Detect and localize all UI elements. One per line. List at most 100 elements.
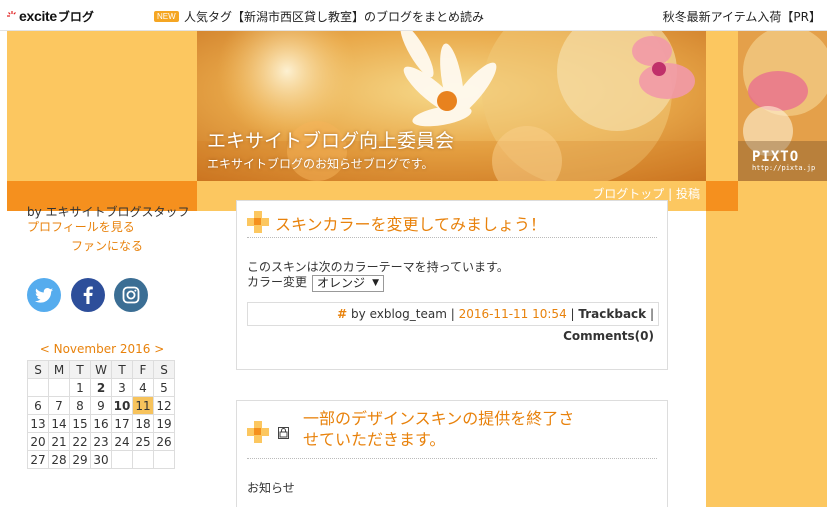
calendar-day: 18	[132, 414, 154, 433]
pixta-logo: PIXTO	[752, 149, 800, 165]
post-title-line2: せていただきます。	[303, 432, 446, 449]
calendar-day: 15	[69, 414, 91, 433]
excite-blog-logo[interactable]: excite ブログ	[6, 7, 94, 25]
calendar-weekday: T	[111, 360, 133, 379]
color-theme-selected: オレンジ	[317, 276, 366, 290]
calendar-day: 30	[90, 450, 112, 469]
calendar-weekday: S	[153, 360, 175, 379]
calendar-week: 13 14 15 16 17 18 19	[27, 414, 175, 433]
meta-separator: |	[646, 307, 654, 321]
post-link[interactable]: 投稿	[676, 187, 700, 201]
calendar-day: 4	[132, 378, 154, 397]
calendar-week: 1 2 3 4 5	[27, 378, 175, 397]
excite-topbar: excite ブログ NEW 人気タグ【新潟市西区貸し教室】のブログをまとめ読み…	[0, 0, 827, 31]
calendar-day: 12	[153, 396, 175, 415]
calendar-day: 1	[69, 378, 91, 397]
calendar-day: 27	[27, 450, 49, 469]
calendar-day: 7	[48, 396, 70, 415]
post-title[interactable]: スキンカラーを変更してみましょう！	[275, 211, 546, 235]
calendar-day	[27, 378, 49, 397]
calendar-day	[132, 450, 154, 469]
calendar-day: 8	[69, 396, 91, 415]
calendar-day: 20	[27, 432, 49, 451]
calendar-day: 5	[153, 378, 175, 397]
comments-link[interactable]: Comments(0)	[563, 329, 654, 343]
view-profile-link[interactable]: プロフィールを見る	[27, 218, 135, 235]
pixta-watermark: PIXTO http://pixta.jp	[752, 149, 815, 172]
calendar-day: 26	[153, 432, 175, 451]
twitter-icon[interactable]	[27, 278, 61, 312]
calendar-day: 29	[69, 450, 91, 469]
header-right-panel	[706, 31, 738, 181]
calendar-weekday: W	[90, 360, 112, 379]
title-divider	[247, 237, 657, 238]
meta-separator: |	[446, 307, 459, 321]
calendar-day: 21	[48, 432, 70, 451]
post-date: 2016-11-11 10:54	[458, 307, 567, 321]
blog-post: 一部のデザインスキンの提供を終了さ せていただきます。 お知らせ	[236, 400, 668, 507]
post-title-line1: 一部のデザインスキンの提供を終了さ	[303, 411, 575, 428]
calendar-day-with-post[interactable]: 2	[90, 378, 112, 397]
calendar-week: 27 28 29 30	[27, 450, 175, 469]
pr-link[interactable]: 秋冬最新アイテム入荷【PR】	[663, 8, 821, 25]
calendar-day: 6	[27, 396, 49, 415]
post-author: by exblog_team	[347, 307, 447, 321]
calendar-day	[48, 378, 70, 397]
calendar-weekday: S	[27, 360, 49, 379]
calendar-weekday: F	[132, 360, 154, 379]
nav-separator: |	[664, 187, 676, 201]
post-title-bullet-icon	[247, 421, 269, 443]
calendar-weekday: M	[48, 360, 70, 379]
calendar-day-with-post[interactable]: 10	[111, 396, 133, 415]
permalink-hash[interactable]: #	[337, 307, 347, 321]
new-badge: NEW	[154, 11, 179, 22]
post-title-bullet-icon	[247, 211, 269, 233]
calendar-weekday: T	[69, 360, 91, 379]
calendar-day: 9	[90, 396, 112, 415]
meta-separator: |	[566, 307, 579, 321]
calendar-header: < November 2016 >	[27, 342, 177, 356]
calendar-day: 16	[90, 414, 112, 433]
calendar-day: 13	[27, 414, 49, 433]
calendar-day	[153, 450, 175, 469]
calendar-prev-month[interactable]: <	[40, 342, 50, 356]
calendar-next-month[interactable]: >	[154, 342, 164, 356]
far-right-panel	[738, 211, 827, 507]
post-body-text: お知らせ	[247, 481, 295, 495]
calendar-day: 3	[111, 378, 133, 397]
title-divider	[247, 458, 657, 459]
dropdown-arrow-icon: ▼	[372, 278, 379, 288]
instagram-icon[interactable]	[114, 278, 148, 312]
become-fan-link[interactable]: ファンになる	[71, 237, 143, 254]
calendar-month-label: November 2016	[53, 342, 151, 356]
calendar-week: 20 21 22 23 24 25 26	[27, 432, 175, 451]
blog-title[interactable]: エキサイトブログ向上委員会	[207, 126, 454, 153]
post-title[interactable]: 一部のデザインスキンの提供を終了さ せていただきます。	[303, 409, 574, 451]
popular-tag-link[interactable]: 人気タグ【新潟市西区貸し教室】のブログをまとめ読み	[184, 8, 484, 25]
pixta-url: http://pixta.jp	[752, 164, 816, 172]
color-theme-select[interactable]: オレンジ ▼	[312, 275, 384, 292]
calendar-day: 22	[69, 432, 91, 451]
blog-post: スキンカラーを変更してみましょう！ このスキンは次のカラーテーマを持っています。…	[236, 200, 668, 370]
calendar-day-today[interactable]: 11	[132, 396, 154, 415]
calendar-day: 23	[90, 432, 112, 451]
blog-top-link[interactable]: ブログトップ	[592, 187, 664, 201]
excite-burst-icon	[6, 10, 18, 22]
calendar-day: 25	[132, 432, 154, 451]
nav-band-right	[738, 181, 827, 211]
calendar-weekday-row: S M T W T F S	[27, 360, 175, 379]
lock-icon	[278, 427, 289, 439]
header-left-panel	[7, 31, 197, 181]
facebook-icon[interactable]	[71, 278, 105, 312]
calendar-day: 24	[111, 432, 133, 451]
calendar-week: 6 7 8 9 10 11 12	[27, 396, 175, 415]
post-meta: # by exblog_team | 2016-11-11 10:54 | Tr…	[247, 302, 659, 343]
calendar-day: 19	[153, 414, 175, 433]
excite-logo-suffix: ブログ	[57, 9, 94, 24]
right-gutter	[706, 211, 738, 507]
trackback-link[interactable]: Trackback	[578, 307, 646, 321]
blog-subtitle: エキサイトブログのお知らせブログです。	[207, 157, 434, 171]
excite-logo-text: excite	[19, 8, 57, 24]
calendar-day: 28	[48, 450, 70, 469]
calendar-day	[111, 450, 133, 469]
